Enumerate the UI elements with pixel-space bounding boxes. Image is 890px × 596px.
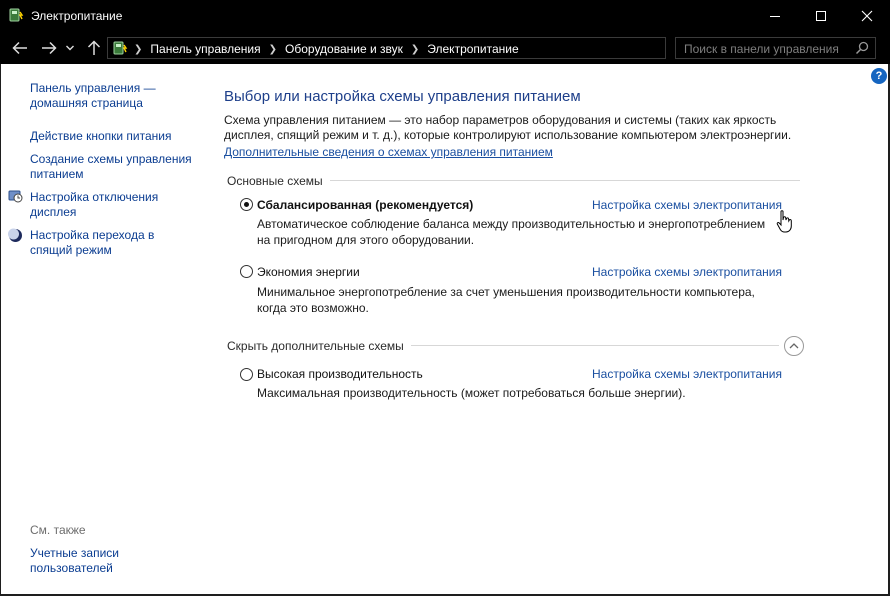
up-button[interactable] [83, 38, 105, 58]
arrow-right-icon [42, 41, 57, 55]
page-title: Выбор или настройка схемы управления пит… [224, 88, 581, 105]
plan-radio-balanced[interactable] [240, 198, 253, 211]
chevron-up-icon [789, 343, 799, 349]
sidebar-item-create-power-plan[interactable]: Создание схемы управления питанием [30, 152, 200, 182]
radio-selected-dot [244, 202, 249, 207]
section-heading-basic: Основные схемы [227, 174, 323, 188]
sidebar-item-control-panel-home[interactable]: Панель управления — домашняя страница [30, 81, 200, 111]
maximize-button[interactable] [798, 0, 844, 32]
plan-radio-high-performance[interactable] [240, 368, 253, 381]
plan-name-balanced[interactable]: Сбалансированная (рекомендуется) [257, 198, 473, 212]
plan-radio-power-saver[interactable] [240, 265, 253, 278]
chevron-right-icon: ❯ [268, 43, 278, 55]
search-box[interactable]: Поиск в панели управления [675, 37, 876, 59]
maximize-icon [816, 11, 826, 21]
sidebar-item-label: Настройка отключения [30, 190, 159, 204]
plan-description-high-performance: Максимальная производительность (может п… [257, 385, 777, 401]
chevron-right-icon: ❯ [410, 43, 420, 55]
hand-pointer-icon [776, 210, 794, 234]
plan-settings-link-high-performance[interactable]: Настройка схемы электропитания [592, 367, 782, 381]
sidebar-item-label: Действие кнопки питания [30, 129, 172, 143]
sidebar-item-power-button-action[interactable]: Действие кнопки питания [30, 129, 200, 144]
breadcrumb-power-options[interactable]: Электропитание [427, 42, 518, 56]
sidebar-item-turn-off-display[interactable]: Настройка отключения дисплея [30, 190, 200, 220]
moon-sleep-icon [8, 228, 23, 243]
help-icon[interactable]: ? [871, 68, 887, 84]
arrow-up-icon [87, 40, 101, 55]
divider [330, 180, 800, 181]
window-title: Электропитание [31, 9, 123, 23]
sidebar-item-label: Панель управления — [30, 81, 156, 95]
plan-description-line: Максимальная производительность (может п… [257, 386, 686, 400]
arrow-left-icon [12, 41, 27, 55]
divider [411, 345, 779, 346]
sidebar-item-sleep-settings[interactable]: Настройка перехода в спящий режим [30, 228, 200, 258]
search-icon[interactable] [855, 41, 869, 55]
plan-description-line: на пригодном для этого оборудовании. [257, 233, 475, 247]
more-info-link[interactable]: Дополнительные сведения о схемах управле… [224, 145, 553, 159]
sidebar-item-label: Учетные записи [30, 546, 119, 560]
sidebar-item-label: спящий режим [30, 243, 112, 257]
description-line: Схема управления питанием — это набор па… [224, 113, 777, 127]
search-placeholder: Поиск в панели управления [684, 42, 839, 56]
plan-name-power-saver[interactable]: Экономия энергии [257, 265, 360, 279]
plan-description-balanced: Автоматическое соблюдение баланса между … [257, 216, 777, 248]
breadcrumb-control-panel[interactable]: Панель управления [150, 42, 260, 56]
address-bar[interactable]: ❯ Панель управления ❯ Оборудование и зву… [107, 37, 765, 59]
sidebar-item-label: Настройка перехода в [30, 228, 155, 242]
chevron-down-icon [66, 45, 74, 51]
sidebar-item-label: питанием [30, 167, 84, 181]
display-clock-icon [8, 189, 23, 204]
collapse-additional-button[interactable] [784, 336, 804, 356]
sidebar-item-user-accounts[interactable]: Учетные записи пользователей [30, 546, 200, 576]
control-panel-icon [112, 40, 128, 56]
recent-locations-button[interactable] [63, 38, 77, 58]
sidebar-item-label: дисплея [30, 205, 77, 219]
breadcrumb: ❯ Панель управления ❯ Оборудование и зву… [132, 41, 519, 57]
chevron-right-icon: ❯ [134, 43, 143, 55]
power-options-icon [8, 7, 24, 23]
sidebar-item-label: пользователей [30, 561, 113, 575]
see-also-heading: См. также [30, 523, 86, 537]
plan-description-line: Минимальное энергопотребление за счет ум… [257, 285, 755, 299]
plan-name-high-performance[interactable]: Высокая производительность [257, 367, 423, 381]
close-icon [861, 10, 873, 22]
plan-settings-link-power-saver[interactable]: Настройка схемы электропитания [592, 265, 782, 279]
plan-description-line: Автоматическое соблюдение баланса между … [257, 217, 766, 231]
title-bar: Электропитание [0, 0, 890, 32]
forward-button[interactable] [38, 38, 60, 58]
description-line: дисплея, спящий режим и т. д.), которые … [224, 128, 792, 142]
breadcrumb-hardware-sound[interactable]: Оборудование и звук [285, 42, 403, 56]
minimize-button[interactable] [752, 0, 798, 32]
section-heading-additional[interactable]: Скрыть дополнительные схемы [227, 339, 404, 353]
minimize-icon [770, 16, 780, 17]
page-description: Схема управления питанием — это набор па… [224, 113, 814, 143]
close-button[interactable] [844, 0, 890, 32]
plan-settings-link-balanced[interactable]: Настройка схемы электропитания [592, 198, 782, 212]
sidebar-item-label: Создание схемы управления [30, 152, 192, 166]
sidebar-item-label: домашняя страница [30, 96, 143, 110]
back-button[interactable] [9, 38, 31, 58]
plan-description-line: когда это возможно. [257, 301, 369, 315]
plan-description-power-saver: Минимальное энергопотребление за счет ум… [257, 284, 777, 316]
